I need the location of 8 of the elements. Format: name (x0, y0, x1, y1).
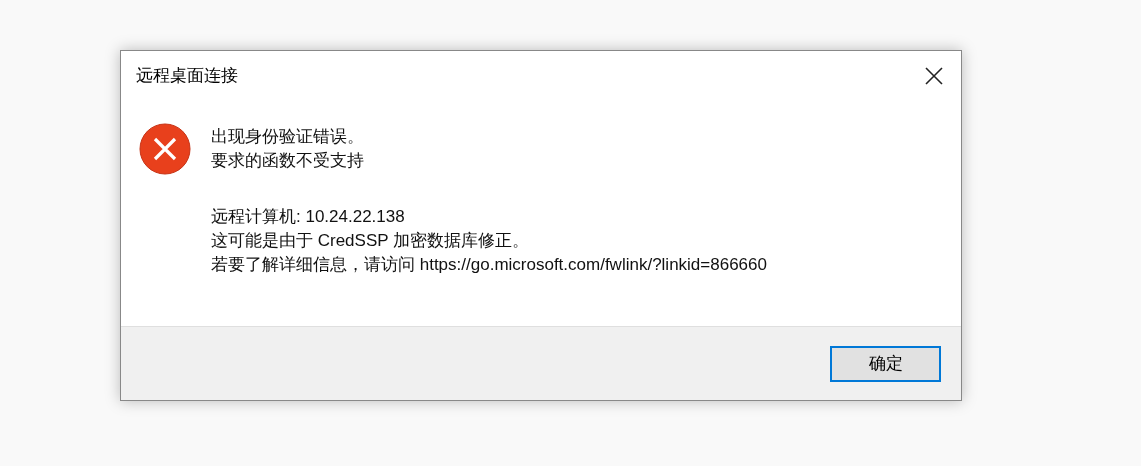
message-text: 这可能是由于 CredSSP 加密数据库修正。 (211, 230, 530, 252)
message-text: 出现身份验证错误。 (211, 126, 365, 148)
message-text: 要求的函数不受支持 (211, 150, 365, 172)
message-text: 远程计算机: 10.24.22.138 (211, 206, 406, 228)
window-title: 远程桌面连接 (136, 65, 238, 88)
ok-button[interactable]: 确定 (830, 345, 941, 382)
error-icon (139, 123, 191, 175)
message-text: 若要了解详细信息，请访问 https://go.microsoft.com/fwlink/?linkid=866660 (211, 254, 767, 276)
